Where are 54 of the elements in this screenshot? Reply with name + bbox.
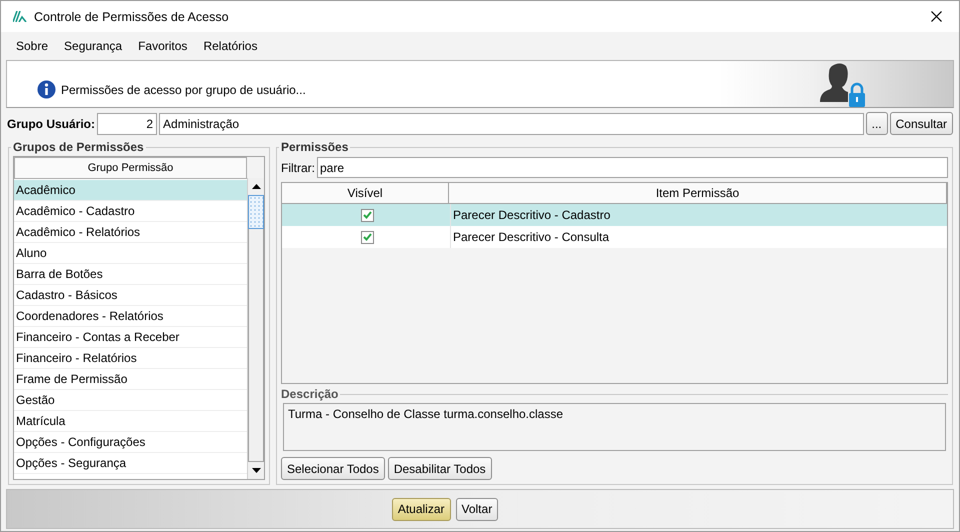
scroll-thumb[interactable] [248,195,264,229]
column-header[interactable]: Grupo Permissão [14,157,247,179]
checkbox[interactable] [360,208,374,222]
list-item[interactable]: Aluno [14,243,247,264]
list-item[interactable]: Cadastro - Básicos [14,285,247,306]
list-item[interactable]: Acadêmico - Cadastro [14,201,247,222]
list-item[interactable]: Financeiro - Relatórios [14,348,247,369]
panel-title: Permissões [280,140,350,154]
list-item[interactable]: Acadêmico [14,180,247,201]
banner-text: Permissões de acesso por grupo de usuário... [61,82,306,96]
user-lock-icon [818,62,868,108]
panel-title: Grupos de Permissões [12,140,145,154]
action-button[interactable]: Selecionar Todos [281,457,385,480]
field-label: Grupo Usuário: [7,116,96,130]
scrollbar[interactable] [247,178,264,479]
group-code-field[interactable]: 2 [97,112,158,134]
filter-label: Filtrar: [281,160,315,174]
checkbox[interactable] [360,230,374,244]
list-item[interactable]: Opções - Configurações [14,432,247,453]
table-cell-text: Parecer Descritivo - Cadastro [452,207,612,224]
section-title: Descrição [280,387,340,401]
column-header[interactable]: Item Permissão [449,183,947,204]
table-cell-text: Parecer Descritivo - Consulta [452,229,610,246]
list-item[interactable]: Acadêmico - Relatórios [14,222,247,243]
check-icon [362,211,372,219]
table-row[interactable]: Parecer Descritivo - Consulta [282,226,947,248]
menu-item[interactable]: Sobre [8,39,56,53]
list-item[interactable]: Gestão [14,390,247,411]
filter-field[interactable]: pare [317,157,948,178]
list-item[interactable]: Barra de Botões [14,264,247,285]
action-button[interactable]: Voltar [456,498,498,520]
menu-item[interactable]: Segurança [56,39,130,53]
query-button[interactable]: Consultar [890,112,953,135]
list-item[interactable]: Frame de Permissão [14,369,247,390]
check-icon [362,233,372,241]
browse-button[interactable]: ... [866,112,888,135]
action-button[interactable]: Atualizar [392,498,450,520]
window-title: Controle de Permissões de Acesso [34,10,230,24]
description-text: Turma - Conselho de Classe turma.conselho.classe [283,403,946,451]
action-button[interactable]: Desabilitar Todos [388,457,492,480]
table-row[interactable]: Parecer Descritivo - Cadastro [282,204,947,226]
scroll-down-icon[interactable] [252,468,260,473]
list-item[interactable]: Matrícula [14,411,247,432]
menu-item[interactable]: Relatórios [195,39,266,53]
scroll-up-icon[interactable] [252,184,260,189]
info-icon [37,80,56,99]
list-item[interactable]: Financeiro - Contas a Receber [14,327,247,348]
list-item[interactable]: Coordenadores - Relatórios [14,306,247,327]
list-item[interactable]: Opções - Segurança [14,453,247,474]
app-logo [13,11,27,22]
close-icon[interactable] [930,11,942,22]
group-name-field[interactable]: Administração [159,112,864,134]
column-header[interactable]: Visível [282,183,449,204]
menu-item[interactable]: Favoritos [130,39,196,53]
